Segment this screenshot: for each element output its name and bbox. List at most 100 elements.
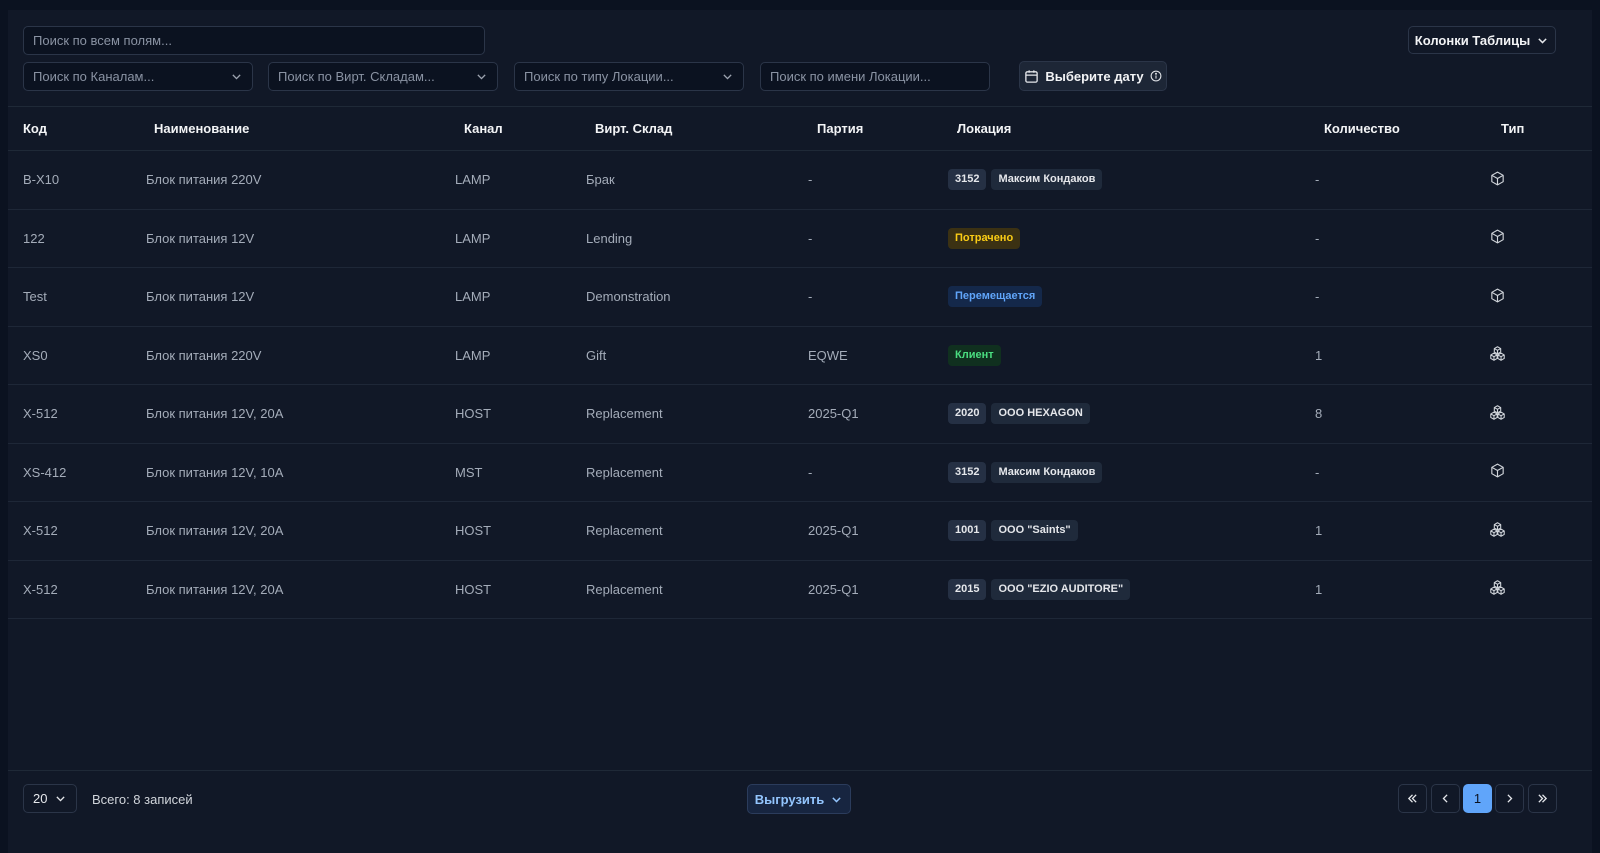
box-icon — [1489, 462, 1506, 479]
cell-type — [1486, 502, 1592, 561]
cell-warehouse: Lending — [586, 230, 633, 246]
cell-code: X-512 — [23, 523, 58, 539]
cell-quantity: - — [1315, 289, 1320, 305]
cell-code: 122 — [23, 230, 45, 246]
cell-location: Клиент — [942, 326, 1309, 385]
cell-code: XS0 — [23, 347, 48, 363]
location-code-badge: 3152 — [948, 169, 987, 191]
inventory-table: Код Наименование Канал Вирт. Склад Парти… — [8, 106, 1592, 619]
column-header-warehouse[interactable]: Вирт. Склад — [580, 107, 802, 151]
warehouses-filter-select[interactable]: Поиск по Вирт. Складам... — [268, 62, 498, 91]
first-page-button[interactable] — [1398, 784, 1427, 813]
chevron-left-icon — [1442, 794, 1448, 803]
table-row[interactable]: B-X10 Блок питания 220V LAMP Брак -3152 Макси… — [8, 151, 1592, 210]
next-page-button[interactable] — [1495, 784, 1524, 813]
table-header-row: Код Наименование Канал Вирт. Склад Парти… — [8, 106, 1592, 151]
column-header-code[interactable]: Код — [8, 107, 139, 151]
table-row[interactable]: XS0 Блок питания 220V LAMP Gift EQWE Клиент 1 — [8, 326, 1592, 385]
footer-divider — [8, 770, 1592, 771]
cell-type — [1486, 443, 1592, 502]
location-name-badge: ООО "Saints" — [991, 520, 1078, 542]
cell-channel: LAMP — [455, 172, 491, 188]
cell-location: Перемещается — [942, 268, 1309, 327]
cell-quantity: - — [1315, 172, 1320, 188]
box-icon — [1489, 228, 1506, 245]
page-size-select[interactable]: 20 — [23, 784, 77, 813]
export-button[interactable]: Выгрузить — [747, 784, 851, 814]
warehouses-filter-placeholder: Поиск по Вирт. Складам... — [278, 69, 435, 84]
chevron-right-icon — [1507, 794, 1513, 803]
table-row[interactable]: X-512 Блок питания 12V, 20A HOST Replacemen… — [8, 502, 1592, 561]
prev-page-button[interactable] — [1431, 784, 1460, 813]
chevron-down-icon — [56, 796, 65, 802]
cell-batch: 2025-Q1 — [808, 406, 859, 422]
location-name-badge: ООО HEXAGON — [991, 403, 1090, 425]
cell-name: Блок питания 12V — [146, 289, 255, 305]
cell-code: XS-412 — [23, 464, 67, 480]
date-picker-button[interactable]: Выберите дату — [1019, 61, 1167, 91]
cell-quantity: 1 — [1315, 523, 1323, 539]
cell-channel: HOST — [455, 581, 492, 597]
page-size-value: 20 — [33, 791, 48, 806]
location-status-badge: Перемещается — [948, 286, 1043, 308]
cell-quantity: 1 — [1315, 581, 1323, 597]
cell-batch: 2025-Q1 — [808, 523, 859, 539]
table-row[interactable]: X-512 Блок питания 12V, 20A HOST Replacemen… — [8, 385, 1592, 443]
channels-filter-select[interactable]: Поиск по Каналам... — [23, 62, 253, 91]
chevron-down-icon — [232, 74, 241, 80]
cell-name: Блок питания 12V, 20A — [146, 581, 284, 597]
box-icon — [1489, 170, 1506, 187]
global-search-field[interactable] — [23, 26, 485, 55]
location-type-filter-select[interactable]: Поиск по типу Локации... — [514, 62, 744, 91]
cell-name: Блок питания 220V — [146, 172, 262, 188]
location-status-badge: Клиент — [948, 344, 1001, 366]
cell-location: 3152 Максим Кондаков — [942, 443, 1309, 502]
location-name-field[interactable] — [760, 62, 990, 91]
table-row[interactable]: Test Блок питания 12V LAMP Demonstration - Пе… — [8, 268, 1592, 327]
cell-location: 3152 Максим Кондаков — [942, 151, 1309, 210]
column-header-batch[interactable]: Партия — [802, 107, 942, 151]
cell-type — [1486, 560, 1592, 619]
chevron-down-icon — [477, 74, 486, 80]
boxes-icon — [1489, 579, 1506, 596]
table-columns-button[interactable]: Колонки Таблицы — [1408, 26, 1556, 54]
page-button-current[interactable]: 1 — [1463, 784, 1492, 813]
cell-batch: EQWE — [808, 347, 848, 363]
location-type-filter-placeholder: Поиск по типу Локации... — [524, 69, 674, 84]
cell-location: 1001 ООО "Saints" — [942, 502, 1309, 561]
table-columns-label: Колонки Таблицы — [1414, 32, 1531, 48]
cell-quantity: - — [1315, 230, 1320, 246]
last-page-button[interactable] — [1528, 784, 1557, 813]
table-row[interactable]: X-512 Блок питания 12V, 20A HOST Replacemen… — [8, 560, 1592, 619]
table-row[interactable]: 122 Блок питания 12V LAMP Lending - Потрачено… — [8, 209, 1592, 268]
cell-batch: - — [808, 289, 813, 305]
total-records-label: Всего: 8 записей — [92, 792, 193, 807]
export-label: Выгрузить — [754, 791, 825, 807]
location-name-input[interactable] — [761, 63, 989, 90]
column-header-name[interactable]: Наименование — [139, 107, 449, 151]
location-code-badge: 1001 — [948, 520, 987, 542]
cell-batch: 2025-Q1 — [808, 581, 859, 597]
column-header-location[interactable]: Локация — [942, 107, 1309, 151]
cell-name: Блок питания 12V, 20A — [146, 406, 284, 422]
global-search-input[interactable] — [24, 27, 484, 54]
current-page-label: 1 — [1473, 791, 1482, 806]
chevrons-left-icon — [1407, 794, 1417, 803]
cell-name: Блок питания 12V — [146, 230, 255, 246]
cell-location: Потрачено — [942, 209, 1309, 268]
column-header-type[interactable]: Тип — [1486, 107, 1592, 151]
column-header-quantity[interactable]: Количество — [1309, 107, 1486, 151]
cell-warehouse: Replacement — [586, 406, 663, 422]
location-status-badge: Потрачено — [948, 227, 1021, 249]
boxes-icon — [1489, 521, 1506, 538]
cell-code: X-512 — [23, 406, 58, 422]
table-row[interactable]: XS-412 Блок питания 12V, 10A MST Replacemen… — [8, 443, 1592, 502]
column-header-channel[interactable]: Канал — [449, 107, 580, 151]
chevron-down-icon — [723, 74, 732, 80]
cell-channel: HOST — [455, 406, 492, 422]
cell-type — [1486, 209, 1592, 268]
boxes-icon — [1489, 404, 1506, 421]
cell-code: Test — [23, 289, 47, 305]
cell-batch: - — [808, 172, 813, 188]
location-name-badge: ООО "EZIO AUDITORE" — [991, 578, 1131, 600]
